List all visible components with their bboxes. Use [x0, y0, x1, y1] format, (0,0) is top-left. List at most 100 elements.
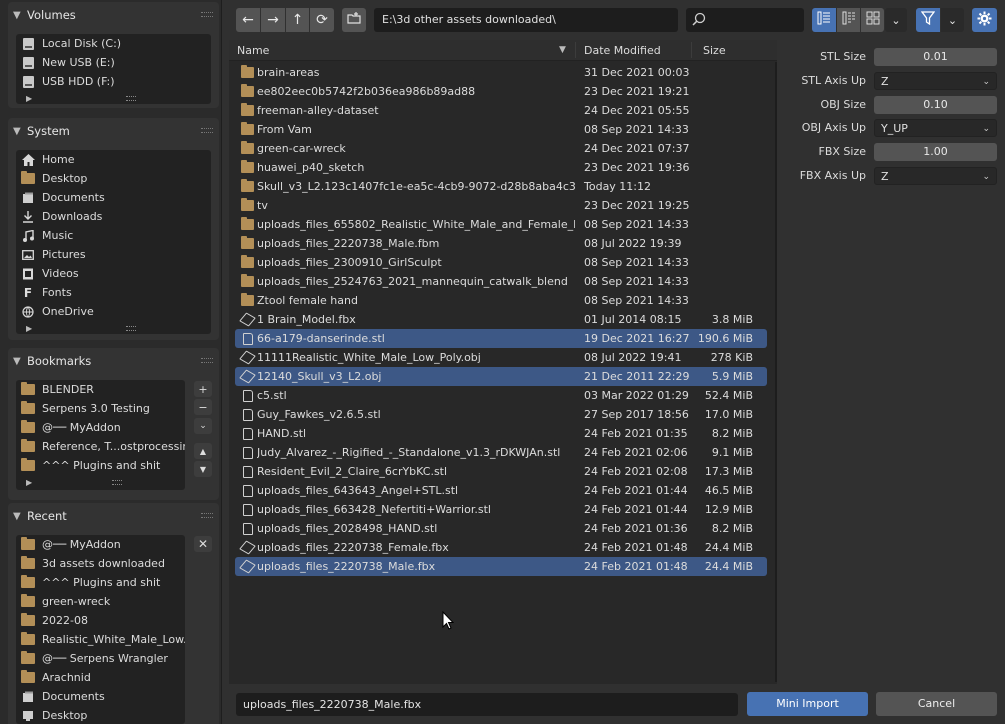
file-row[interactable]: uploads_files_663428_Nefertiti+Warrior.s…	[235, 500, 767, 519]
search-input[interactable]	[686, 8, 804, 32]
file-row[interactable]: 11111Realistic_White_Male_Low_Poly.obj 08…	[235, 348, 767, 367]
folder-row[interactable]: uploads_files_2300910_GirlSculpt 08 Sep 2…	[235, 253, 767, 272]
vertical-list-view-button[interactable]	[812, 8, 836, 32]
add-bookmark-button[interactable]: +	[194, 381, 212, 397]
file-row[interactable]: uploads_files_2028498_HAND.stl 24 Feb 202…	[235, 519, 767, 538]
number-field[interactable]: 0.10	[874, 95, 997, 114]
remove-bookmark-button[interactable]: −	[194, 399, 212, 415]
file-row[interactable]: uploads_files_2220738_Female.fbx 24 Feb 2…	[235, 538, 767, 557]
expand-triangle-icon[interactable]: ▶	[26, 324, 32, 333]
system-item-pictures[interactable]: Pictures	[16, 245, 211, 264]
directory-path-input[interactable]: E:\3d other assets downloaded\	[374, 8, 678, 32]
column-date-header[interactable]: Date Modified	[584, 44, 661, 57]
volumes-header[interactable]: ▼ Volumes	[8, 2, 219, 28]
drag-grip-icon[interactable]	[201, 128, 213, 133]
system-item-videos[interactable]: Videos	[16, 264, 211, 283]
file-row[interactable]: uploads_files_2220738_Male.fbx 24 Feb 202…	[235, 557, 767, 576]
forward-button[interactable]: →	[261, 8, 285, 32]
filename-input[interactable]: uploads_files_2220738_Male.fbx	[236, 693, 738, 716]
folder-row[interactable]: From Vam 08 Sep 2021 14:33	[235, 120, 767, 139]
move-down-button[interactable]: ▼	[194, 461, 212, 477]
file-row[interactable]: uploads_files_643643_Angel+STL.stl 24 Feb…	[235, 481, 767, 500]
file-row[interactable]: Guy_Fawkes_v2.6.5.stl 27 Sep 2017 18:56 17…	[235, 405, 767, 424]
file-row[interactable]: HAND.stl 24 Feb 2021 01:35 8.2 MiB	[235, 424, 767, 443]
folder-row[interactable]: tv 23 Dec 2021 19:25	[235, 196, 767, 215]
parent-directory-button[interactable]: ↑	[286, 8, 309, 32]
thumbnail-view-button[interactable]	[861, 8, 884, 32]
sort-descending-icon[interactable]: ▼	[559, 45, 566, 55]
volume-item[interactable]: New USB (E:)	[16, 53, 211, 72]
file-row[interactable]: 12140_Skull_v3_L2.obj 21 Dec 2011 22:29 5.…	[235, 367, 767, 386]
recent-item[interactable]: green-wreck	[16, 592, 185, 611]
folder-row[interactable]: uploads_files_2524763_2021_mannequin_cat…	[235, 272, 767, 291]
column-size-header[interactable]: Size	[703, 44, 726, 57]
file-row[interactable]: 66-a179-danserinde.stl 19 Dec 2021 16:27 1…	[235, 329, 767, 348]
system-item-documents[interactable]: Documents	[16, 188, 211, 207]
folder-row[interactable]: ee802eec0b5742f2b036ea986b89ad88 23 Dec 2…	[235, 82, 767, 101]
file-row[interactable]: Resident_Evil_2_Claire_6crYbKC.stl 24 Feb…	[235, 462, 767, 481]
volume-item[interactable]: Local Disk (C:)	[16, 34, 211, 53]
axis-dropdown[interactable]: Y_UP ⌄	[874, 119, 997, 138]
recent-item[interactable]: 2022-08	[16, 611, 185, 630]
new-folder-button[interactable]	[342, 8, 366, 32]
bookmark-item[interactable]: BLENDER	[16, 380, 185, 399]
bookmark-item[interactable]: ^^^ Plugins and shit	[16, 456, 185, 475]
settings-button[interactable]	[972, 8, 997, 32]
recent-item[interactable]: 3d assets downloaded	[16, 554, 185, 573]
number-field[interactable]: 0.01	[874, 48, 997, 66]
recent-item[interactable]: Desktop	[16, 706, 185, 724]
axis-dropdown[interactable]: Z ⌄	[874, 71, 997, 90]
filter-settings-dropdown[interactable]: ⌄	[941, 8, 964, 32]
recent-item[interactable]: @── MyAddon	[16, 535, 185, 554]
system-item-fonts[interactable]: F Fonts	[16, 283, 211, 302]
folder-row[interactable]: freeman-alley-dataset 24 Dec 2021 05:55	[235, 101, 767, 120]
bookmark-menu-button[interactable]: ⌄	[194, 418, 212, 434]
folder-row[interactable]: brain-areas 31 Dec 2021 00:03	[235, 63, 767, 82]
refresh-button[interactable]: ⟳	[310, 8, 334, 32]
horizontal-list-view-button[interactable]	[837, 8, 860, 32]
drag-grip-icon[interactable]	[201, 12, 213, 17]
display-settings-dropdown[interactable]: ⌄	[885, 8, 907, 32]
drag-grip-icon[interactable]	[201, 513, 213, 518]
resize-handle[interactable]	[126, 326, 136, 331]
column-name-header[interactable]: Name	[237, 44, 269, 57]
folder-row[interactable]: uploads_files_655802_Realistic_White_Mal…	[235, 215, 767, 234]
system-item-home[interactable]: Home	[16, 150, 211, 169]
folder-row[interactable]: uploads_files_2220738_Male.fbm 08 Jul 202…	[235, 234, 767, 253]
filter-toggle-button[interactable]	[916, 8, 940, 32]
back-button[interactable]: ←	[236, 8, 260, 32]
folder-row[interactable]: huawei_p40_sketch 23 Dec 2021 19:36	[235, 158, 767, 177]
resize-handle[interactable]	[112, 480, 122, 485]
bookmarks-header[interactable]: ▼ Bookmarks	[8, 348, 219, 374]
axis-dropdown[interactable]: Z ⌄	[874, 167, 997, 185]
file-row[interactable]: 1 Brain_Model.fbx 01 Jul 2014 08:15 3.8 Mi…	[235, 310, 767, 329]
system-item-onedrive[interactable]: OneDrive	[16, 302, 211, 321]
folder-row[interactable]: Skull_v3_L2.123c1407fc1e-ea5c-4cb9-9072-…	[235, 177, 767, 196]
number-field[interactable]: 1.00	[874, 143, 997, 162]
clear-recent-button[interactable]: ✕	[194, 536, 212, 552]
recent-item[interactable]: Documents	[16, 687, 185, 706]
resize-handle[interactable]	[126, 96, 136, 101]
recent-item[interactable]: @── Serpens Wrangler	[16, 649, 185, 668]
move-up-button[interactable]: ▲	[194, 443, 212, 459]
recent-item[interactable]: ^^^ Plugins and shit	[16, 573, 185, 592]
drag-grip-icon[interactable]	[201, 358, 213, 363]
system-item-downloads[interactable]: Downloads	[16, 207, 211, 226]
file-row[interactable]: Judy_Alvarez_-_Rigified_-_Standalone_v1.…	[235, 443, 767, 462]
folder-row[interactable]: Ztool female hand 08 Sep 2021 14:33	[235, 291, 767, 310]
file-row[interactable]: c5.stl 03 Mar 2022 01:29 52.4 MiB	[235, 386, 767, 405]
expand-triangle-icon[interactable]: ▶	[26, 94, 32, 103]
volume-item[interactable]: USB HDD (F:)	[16, 72, 211, 91]
bookmark-item[interactable]: @── MyAddon	[16, 418, 185, 437]
recent-item[interactable]: Arachnid	[16, 668, 185, 687]
bookmark-item[interactable]: Serpens 3.0 Testing	[16, 399, 185, 418]
folder-row[interactable]: green-car-wreck 24 Dec 2021 07:37	[235, 139, 767, 158]
system-item-music[interactable]: Music	[16, 226, 211, 245]
cancel-button[interactable]: Cancel	[876, 692, 997, 716]
recent-header[interactable]: ▼ Recent	[8, 503, 219, 529]
expand-triangle-icon[interactable]: ▶	[26, 478, 32, 487]
system-header[interactable]: ▼ System	[8, 118, 219, 144]
import-button[interactable]: Mini Import	[747, 692, 868, 716]
system-item-desktop[interactable]: Desktop	[16, 169, 211, 188]
recent-item[interactable]: Realistic_White_Male_Low...	[16, 630, 185, 649]
